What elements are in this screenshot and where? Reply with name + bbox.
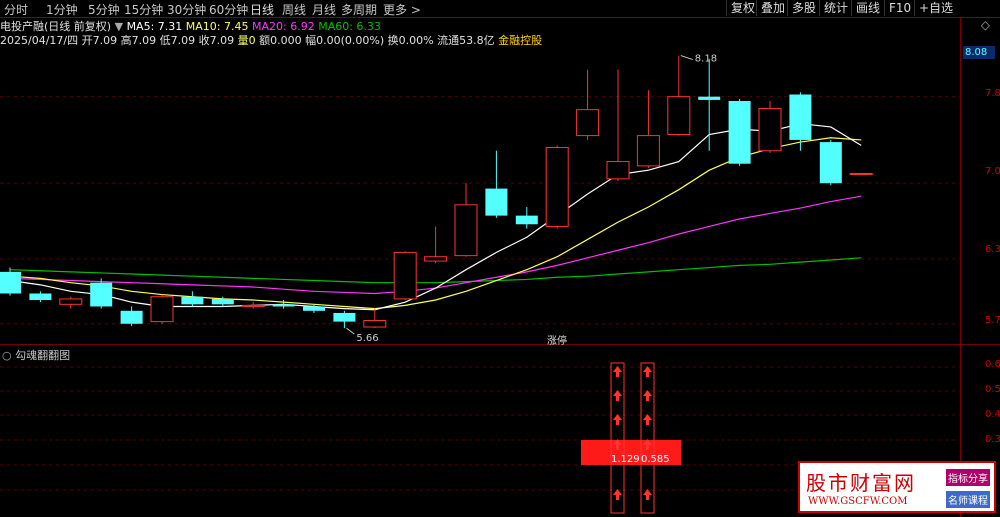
candle-body-up — [545, 146, 569, 227]
candle-body-down — [181, 296, 204, 305]
candle-body-down — [728, 100, 751, 164]
up-arrow-icon — [643, 366, 652, 377]
price-axis-line — [960, 17, 961, 517]
indicator-toggle-icon[interactable]: ○ — [2, 349, 12, 362]
candle-body-up — [424, 256, 448, 262]
candle-body-up — [636, 135, 660, 167]
up-arrow-icon — [643, 489, 652, 500]
candle-body-down — [29, 293, 52, 300]
indicator-axis-label: 0.4 — [985, 409, 1000, 420]
candle-body-up — [849, 172, 873, 175]
watermark-tag-indicators: 指标分享 — [946, 469, 990, 486]
candle-body-down — [0, 271, 21, 294]
watermark-tag-courses: 名师课程 — [946, 491, 990, 508]
candle-body-down — [272, 304, 295, 307]
up-arrow-icon — [613, 390, 622, 401]
price-axis-label: 5.7 — [985, 315, 1000, 326]
candle-body-down — [120, 310, 143, 324]
close-icon[interactable]: ◇ — [981, 18, 990, 32]
candle-body-up — [454, 204, 478, 257]
candlestick-chart: 8.18 5.66 — [0, 54, 960, 514]
indicator-axis-label: 0.6 — [985, 359, 1000, 370]
candle-body-up — [241, 304, 265, 307]
candle-body-up — [758, 108, 782, 152]
candle-body-down — [515, 215, 538, 225]
price-axis-label: 7.8 — [985, 88, 1000, 99]
up-arrow-icon — [643, 390, 652, 401]
candle-body-down — [303, 306, 325, 311]
candle-body-up — [606, 161, 630, 180]
candle-body-up — [59, 298, 83, 305]
candle-body-down — [333, 312, 356, 322]
up-arrow-icon — [643, 414, 652, 425]
price-axis-label: 6.3 — [985, 244, 1000, 255]
candle-body-down — [485, 188, 508, 216]
limit-up-label: 涨停 — [547, 336, 567, 347]
candle-body-up — [576, 109, 600, 137]
candle-body-up — [150, 296, 174, 323]
candle-body-up — [667, 96, 691, 136]
candle-body-down — [211, 298, 234, 305]
up-arrow-icon — [613, 414, 622, 425]
candle-body-down — [819, 142, 842, 184]
watermark-logo: 股市财富网 WWW.GSCFW.COM 指标分享 名师课程 — [798, 461, 996, 513]
price-axis-label: 7.0 — [985, 166, 1000, 177]
current-price-tag: 8.08 — [963, 46, 995, 59]
high-price-label: 8.18 — [695, 54, 717, 65]
indicator-axis-label: 0.5 — [985, 384, 1000, 395]
up-arrow-icon — [613, 366, 622, 377]
indicator-name: 勾魂翻翻图 — [15, 349, 71, 362]
low-marker-line — [346, 327, 355, 335]
indicator-title-row: ○ 勾魂翻翻图 — [2, 347, 70, 363]
indicator-value: 1.129 — [611, 454, 640, 465]
high-marker-line — [680, 55, 693, 61]
indicator-axis-label: 0.3 — [985, 434, 1000, 445]
watermark-name: 股市财富网 — [806, 471, 916, 495]
candle-body-down — [789, 94, 812, 140]
candle-body-up — [363, 320, 387, 328]
low-price-label: 5.66 — [356, 333, 378, 344]
candle-body-down — [90, 282, 113, 307]
candle-body-up — [393, 251, 417, 300]
indicator-value: 0.585 — [641, 454, 670, 465]
up-arrow-icon — [613, 489, 622, 500]
watermark-url: WWW.GSCFW.COM — [808, 496, 908, 507]
candle-body-down — [698, 96, 721, 100]
